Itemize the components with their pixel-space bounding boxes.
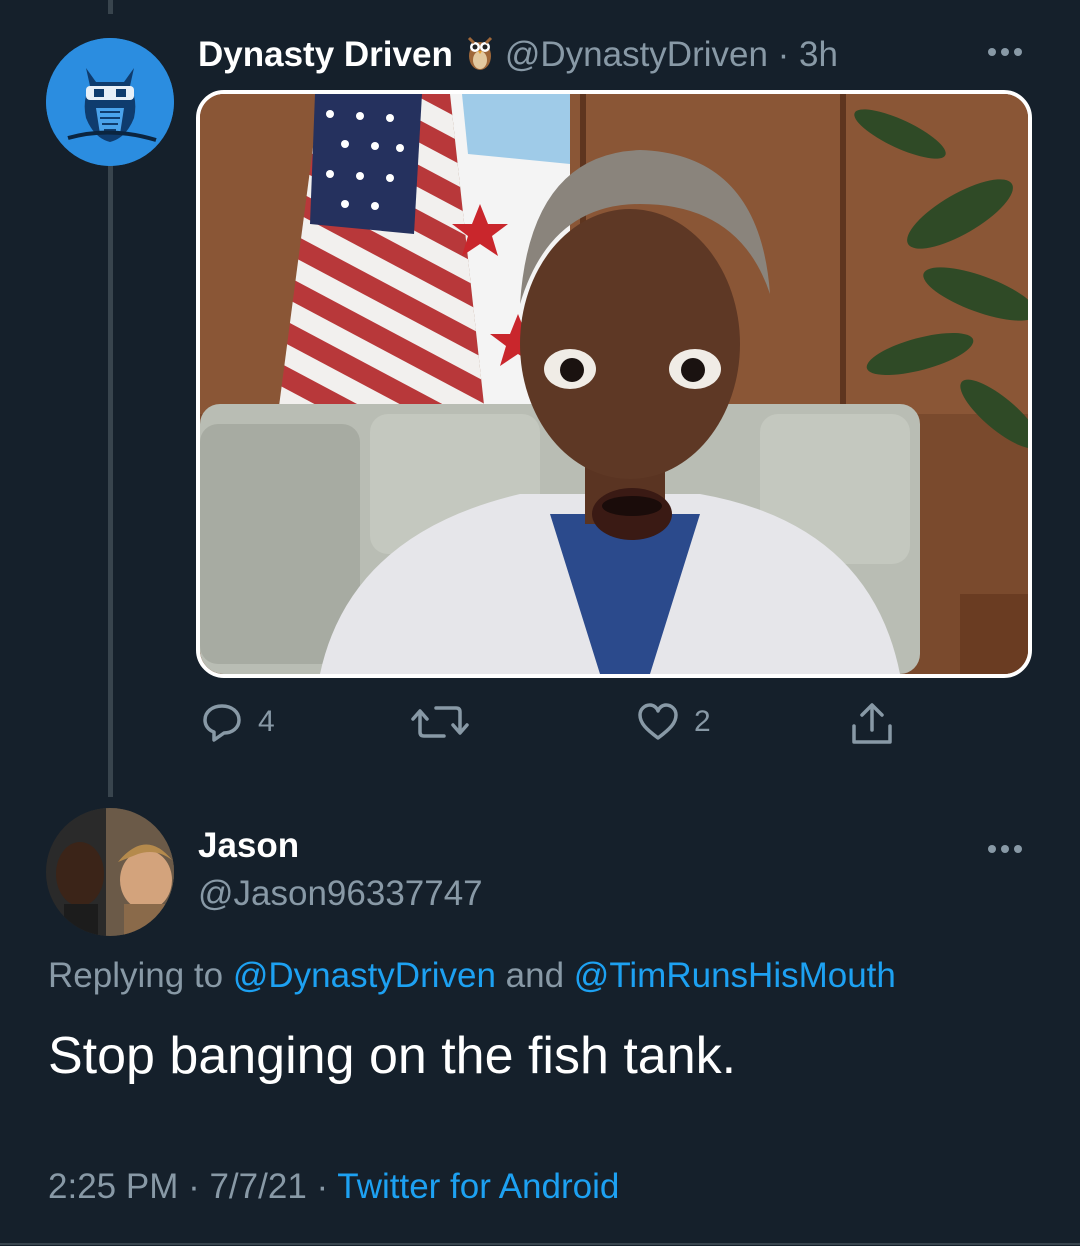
tweet-date[interactable]: 7/7/21 [209,1167,306,1206]
author-display-name[interactable]: Dynasty Driven [198,35,453,75]
thread-line-top [108,0,113,14]
photo-woman-with-flags [200,94,1028,674]
like-count: 2 [694,705,711,738]
tweet-time-ago[interactable]: 3h [799,35,838,74]
meta-dot-2: · [306,1167,338,1206]
mention-timrunshismouth[interactable]: @TimRunsHisMouth [574,956,896,995]
tweet-client-link[interactable]: Twitter for Android [337,1167,619,1206]
tweet-time[interactable]: 2:25 PM [48,1167,178,1206]
tweet-metadata: 2:25 PM · 7/7/21 · Twitter for Android [48,1167,619,1207]
more-options-icon[interactable] [988,48,1022,56]
mention-dynastydriven[interactable]: @DynastyDriven [233,956,496,995]
owl-logo-icon [46,38,174,166]
reply-button[interactable]: 4 [200,700,275,744]
retweet-button[interactable] [410,700,484,744]
author-handle[interactable]: @DynastyDriven [505,35,768,74]
owl-emoji-icon [465,33,495,78]
heart-icon [638,703,678,740]
reply-author-handle[interactable]: @Jason96337747 [198,874,483,914]
reply-author-display-name[interactable]: Jason [198,826,299,866]
replying-to-line: Replying to @DynastyDriven and @TimRunsH… [48,956,896,996]
divider [0,1243,1080,1245]
tweet-action-bar: 4 2 [0,700,1080,760]
jason-avatar[interactable] [46,808,174,936]
share-button[interactable] [848,700,896,748]
tweet-header: Dynasty Driven @DynastyDriven · 3h [198,30,838,80]
reply-count: 4 [258,705,275,738]
avatar-photo [46,808,174,936]
like-button[interactable]: 2 [636,700,711,744]
reply-more-options-icon[interactable] [988,845,1022,853]
replying-conjunction: and [495,956,574,995]
tweet-image[interactable] [196,90,1032,678]
share-icon [852,703,892,744]
dynasty-driven-avatar[interactable] [46,38,174,166]
meta-dot-1: · [178,1167,210,1206]
retweet-icon [411,706,469,738]
separator-dot: · [767,35,800,74]
reply-tweet-text: Stop banging on the fish tank. [48,1027,737,1085]
reply-icon [203,704,241,742]
replying-to-prefix: Replying to [48,956,233,995]
